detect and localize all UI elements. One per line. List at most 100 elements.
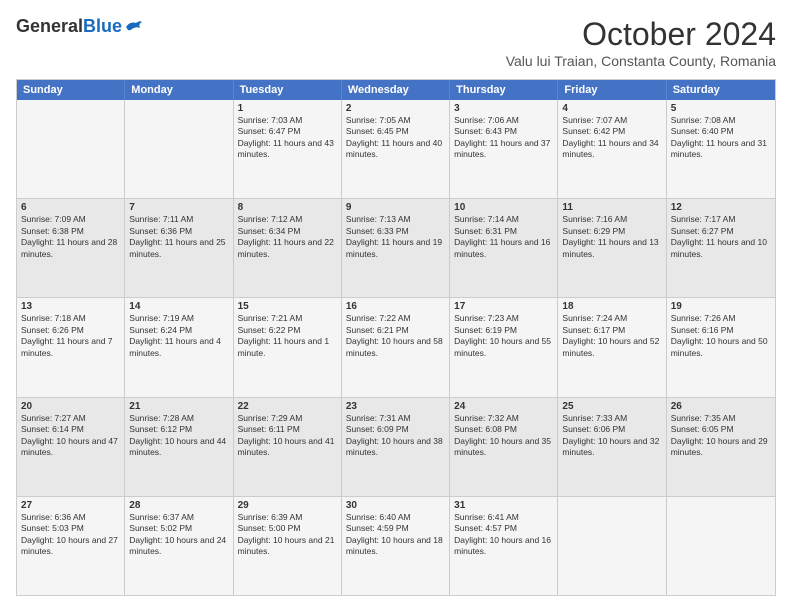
day-info: Sunrise: 7:03 AM Sunset: 6:47 PM Dayligh…: [238, 115, 337, 161]
day-number: 19: [671, 301, 771, 312]
day-cell: 24Sunrise: 7:32 AM Sunset: 6:08 PM Dayli…: [450, 398, 558, 496]
day-number: 2: [346, 103, 445, 114]
day-cell: 17Sunrise: 7:23 AM Sunset: 6:19 PM Dayli…: [450, 298, 558, 396]
day-number: 4: [562, 103, 661, 114]
day-info: Sunrise: 6:40 AM Sunset: 4:59 PM Dayligh…: [346, 512, 445, 558]
day-info: Sunrise: 7:17 AM Sunset: 6:27 PM Dayligh…: [671, 214, 771, 260]
day-cell: 22Sunrise: 7:29 AM Sunset: 6:11 PM Dayli…: [234, 398, 342, 496]
day-number: 13: [21, 301, 120, 312]
day-number: 27: [21, 500, 120, 511]
day-cell: 18Sunrise: 7:24 AM Sunset: 6:17 PM Dayli…: [558, 298, 666, 396]
day-cell: 11Sunrise: 7:16 AM Sunset: 6:29 PM Dayli…: [558, 199, 666, 297]
day-info: Sunrise: 7:14 AM Sunset: 6:31 PM Dayligh…: [454, 214, 553, 260]
calendar-row: 20Sunrise: 7:27 AM Sunset: 6:14 PM Dayli…: [17, 398, 775, 497]
day-cell: 1Sunrise: 7:03 AM Sunset: 6:47 PM Daylig…: [234, 100, 342, 198]
day-cell: 30Sunrise: 6:40 AM Sunset: 4:59 PM Dayli…: [342, 497, 450, 595]
day-info: Sunrise: 7:35 AM Sunset: 6:05 PM Dayligh…: [671, 413, 771, 459]
day-cell: 21Sunrise: 7:28 AM Sunset: 6:12 PM Dayli…: [125, 398, 233, 496]
day-info: Sunrise: 6:41 AM Sunset: 4:57 PM Dayligh…: [454, 512, 553, 558]
day-cell: 4Sunrise: 7:07 AM Sunset: 6:42 PM Daylig…: [558, 100, 666, 198]
calendar-row: 13Sunrise: 7:18 AM Sunset: 6:26 PM Dayli…: [17, 298, 775, 397]
day-cell: 26Sunrise: 7:35 AM Sunset: 6:05 PM Dayli…: [667, 398, 775, 496]
logo-text: GeneralBlue: [16, 16, 144, 37]
day-number: 9: [346, 202, 445, 213]
day-number: 18: [562, 301, 661, 312]
day-info: Sunrise: 7:13 AM Sunset: 6:33 PM Dayligh…: [346, 214, 445, 260]
day-number: 11: [562, 202, 661, 213]
location: Valu lui Traian, Constanta County, Roman…: [506, 53, 776, 69]
day-info: Sunrise: 7:29 AM Sunset: 6:11 PM Dayligh…: [238, 413, 337, 459]
calendar-row: 6Sunrise: 7:09 AM Sunset: 6:38 PM Daylig…: [17, 199, 775, 298]
day-info: Sunrise: 7:07 AM Sunset: 6:42 PM Dayligh…: [562, 115, 661, 161]
day-info: Sunrise: 7:19 AM Sunset: 6:24 PM Dayligh…: [129, 313, 228, 359]
day-number: 23: [346, 401, 445, 412]
day-header-sunday: Sunday: [17, 80, 125, 100]
day-number: 20: [21, 401, 120, 412]
day-number: 21: [129, 401, 228, 412]
day-number: 7: [129, 202, 228, 213]
header: GeneralBlue October 2024 Valu lui Traian…: [16, 16, 776, 69]
title-section: October 2024 Valu lui Traian, Constanta …: [506, 16, 776, 69]
day-info: Sunrise: 6:37 AM Sunset: 5:02 PM Dayligh…: [129, 512, 228, 558]
calendar-row: 1Sunrise: 7:03 AM Sunset: 6:47 PM Daylig…: [17, 100, 775, 199]
day-header-monday: Monday: [125, 80, 233, 100]
day-number: 16: [346, 301, 445, 312]
day-info: Sunrise: 7:06 AM Sunset: 6:43 PM Dayligh…: [454, 115, 553, 161]
day-cell: 14Sunrise: 7:19 AM Sunset: 6:24 PM Dayli…: [125, 298, 233, 396]
month-title: October 2024: [506, 16, 776, 53]
day-info: Sunrise: 7:11 AM Sunset: 6:36 PM Dayligh…: [129, 214, 228, 260]
day-number: 25: [562, 401, 661, 412]
day-header-saturday: Saturday: [667, 80, 775, 100]
day-cell: 2Sunrise: 7:05 AM Sunset: 6:45 PM Daylig…: [342, 100, 450, 198]
day-number: 1: [238, 103, 337, 114]
day-number: 26: [671, 401, 771, 412]
day-cell: 28Sunrise: 6:37 AM Sunset: 5:02 PM Dayli…: [125, 497, 233, 595]
day-cell: 7Sunrise: 7:11 AM Sunset: 6:36 PM Daylig…: [125, 199, 233, 297]
day-cell: 3Sunrise: 7:06 AM Sunset: 6:43 PM Daylig…: [450, 100, 558, 198]
day-cell: 27Sunrise: 6:36 AM Sunset: 5:03 PM Dayli…: [17, 497, 125, 595]
day-number: 28: [129, 500, 228, 511]
day-number: 12: [671, 202, 771, 213]
day-info: Sunrise: 6:39 AM Sunset: 5:00 PM Dayligh…: [238, 512, 337, 558]
day-cell: 5Sunrise: 7:08 AM Sunset: 6:40 PM Daylig…: [667, 100, 775, 198]
day-number: 5: [671, 103, 771, 114]
day-cell: 12Sunrise: 7:17 AM Sunset: 6:27 PM Dayli…: [667, 199, 775, 297]
day-number: 24: [454, 401, 553, 412]
calendar-row: 27Sunrise: 6:36 AM Sunset: 5:03 PM Dayli…: [17, 497, 775, 595]
day-cell: [125, 100, 233, 198]
logo-general: General: [16, 16, 83, 37]
day-header-friday: Friday: [558, 80, 666, 100]
day-info: Sunrise: 7:33 AM Sunset: 6:06 PM Dayligh…: [562, 413, 661, 459]
day-cell: [17, 100, 125, 198]
day-number: 8: [238, 202, 337, 213]
day-info: Sunrise: 7:23 AM Sunset: 6:19 PM Dayligh…: [454, 313, 553, 359]
day-info: Sunrise: 7:32 AM Sunset: 6:08 PM Dayligh…: [454, 413, 553, 459]
day-cell: 10Sunrise: 7:14 AM Sunset: 6:31 PM Dayli…: [450, 199, 558, 297]
day-info: Sunrise: 6:36 AM Sunset: 5:03 PM Dayligh…: [21, 512, 120, 558]
calendar-body: 1Sunrise: 7:03 AM Sunset: 6:47 PM Daylig…: [17, 100, 775, 595]
day-info: Sunrise: 7:31 AM Sunset: 6:09 PM Dayligh…: [346, 413, 445, 459]
day-info: Sunrise: 7:27 AM Sunset: 6:14 PM Dayligh…: [21, 413, 120, 459]
day-number: 29: [238, 500, 337, 511]
day-info: Sunrise: 7:05 AM Sunset: 6:45 PM Dayligh…: [346, 115, 445, 161]
page: GeneralBlue October 2024 Valu lui Traian…: [0, 0, 792, 612]
day-info: Sunrise: 7:21 AM Sunset: 6:22 PM Dayligh…: [238, 313, 337, 359]
day-number: 6: [21, 202, 120, 213]
day-number: 31: [454, 500, 553, 511]
calendar-header: SundayMondayTuesdayWednesdayThursdayFrid…: [17, 80, 775, 100]
calendar: SundayMondayTuesdayWednesdayThursdayFrid…: [16, 79, 776, 596]
day-number: 10: [454, 202, 553, 213]
day-number: 14: [129, 301, 228, 312]
day-number: 22: [238, 401, 337, 412]
day-info: Sunrise: 7:18 AM Sunset: 6:26 PM Dayligh…: [21, 313, 120, 359]
logo-blue: Blue: [83, 16, 122, 37]
day-info: Sunrise: 7:28 AM Sunset: 6:12 PM Dayligh…: [129, 413, 228, 459]
day-cell: 23Sunrise: 7:31 AM Sunset: 6:09 PM Dayli…: [342, 398, 450, 496]
day-cell: 8Sunrise: 7:12 AM Sunset: 6:34 PM Daylig…: [234, 199, 342, 297]
day-number: 3: [454, 103, 553, 114]
day-cell: 29Sunrise: 6:39 AM Sunset: 5:00 PM Dayli…: [234, 497, 342, 595]
day-cell: 6Sunrise: 7:09 AM Sunset: 6:38 PM Daylig…: [17, 199, 125, 297]
day-number: 15: [238, 301, 337, 312]
day-cell: 25Sunrise: 7:33 AM Sunset: 6:06 PM Dayli…: [558, 398, 666, 496]
day-info: Sunrise: 7:16 AM Sunset: 6:29 PM Dayligh…: [562, 214, 661, 260]
